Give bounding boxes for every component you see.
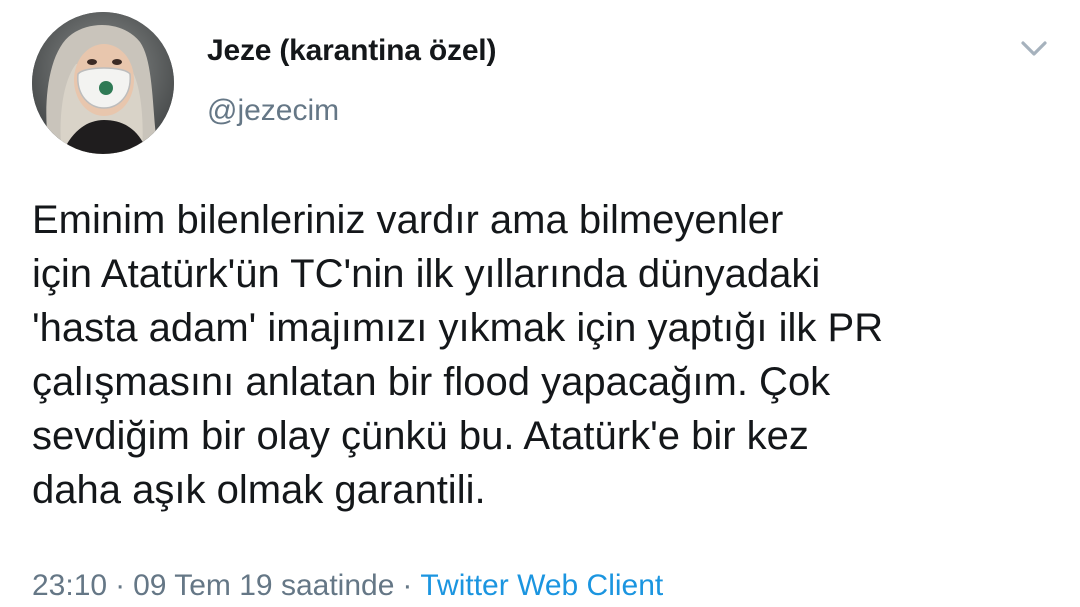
tweet-text-line: çalışmasını anlatan bir flood yapacağım.… (32, 360, 831, 404)
tweet-time[interactable]: 23:10 (32, 569, 107, 602)
avatar[interactable] (32, 12, 174, 154)
avatar-photo (32, 12, 174, 154)
tweet-metadata: 23:10 · 09 Tem 19 saatinde · Twitter Web Cli… (32, 569, 663, 603)
source-client-link[interactable]: Twitter Web Client (420, 569, 663, 602)
tweet-menu-button[interactable] (1014, 34, 1054, 64)
tweet-date[interactable]: 09 Tem 19 saatinde (133, 569, 394, 602)
user-handle[interactable]: @jezecim (207, 94, 339, 128)
tweet-text-line: sevdiğim bir olay çünkü bu. Atatürk'e bi… (32, 414, 809, 458)
separator-dot: · (402, 569, 413, 602)
tweet: Jeze (karantina özel) @jezecim Eminim bi… (0, 0, 1080, 607)
tweet-text-line: için Atatürk'ün TC'nin ilk yıllarında dü… (32, 252, 821, 296)
tweet-text-line: 'hasta adam' imajımızı yıkmak için yaptı… (32, 306, 884, 350)
tweet-text: Eminim bilenleriniz vardır ama bilmeyenl… (32, 193, 1062, 517)
display-name[interactable]: Jeze (karantina özel) (207, 34, 496, 68)
separator-dot: · (115, 569, 126, 602)
tweet-text-line: Eminim bilenleriniz vardır ama bilmeyenl… (32, 198, 784, 242)
tweet-text-line: daha aşık olmak garantili. (32, 468, 486, 512)
chevron-down-icon (1021, 41, 1047, 56)
